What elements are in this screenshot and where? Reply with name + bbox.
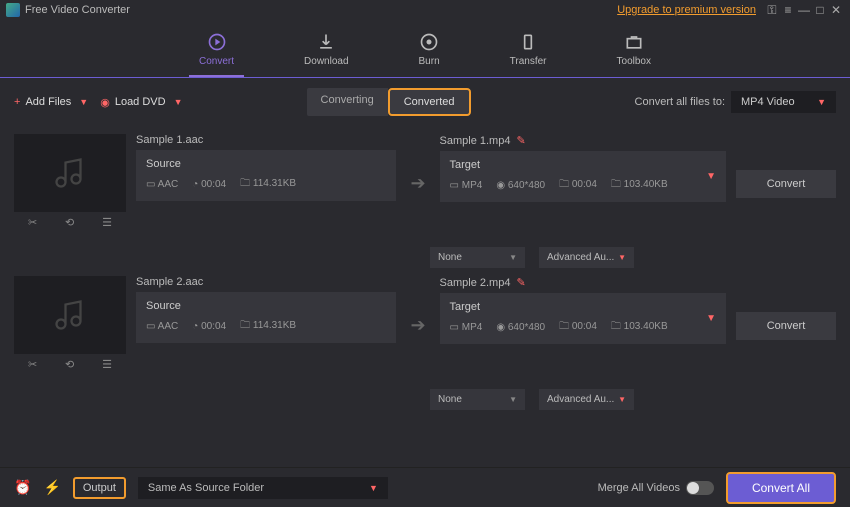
source-format: ▭ AAC [146,179,178,190]
arrow-right-icon: ➔ [406,134,429,233]
edit-icon[interactable]: ✎ [516,134,525,147]
target-label: Target [450,301,707,313]
target-filename: Sample 2.mp4 [440,277,511,289]
transfer-icon [518,32,538,52]
burn-icon [419,32,439,52]
chevron-down-icon: ▼ [817,97,826,107]
convert-all-label: Convert all files to: [635,96,725,108]
chevron-down-icon: ▼ [79,97,88,107]
subtitle-dropdown[interactable]: None▼ [430,389,525,410]
target-settings-icon[interactable]: ▼ [706,313,716,324]
app-title: Free Video Converter [25,4,617,16]
source-duration: ◔ 00:04 [192,179,226,190]
upgrade-link[interactable]: Upgrade to premium version [617,4,756,16]
merge-toggle[interactable] [686,481,714,495]
menu-icon[interactable]: ≡ [780,2,796,18]
bolt-icon[interactable]: ⚡ [43,479,60,496]
add-files-button[interactable]: + Add Files ▼ [14,96,88,108]
target-label: Target [450,159,707,171]
convert-all-button[interactable]: Convert All [726,472,836,504]
source-label: Source [146,158,386,170]
cut-icon[interactable]: ✂ [28,216,37,229]
arrow-right-icon: ➔ [406,276,429,375]
target-format: ▭ MP4 [450,322,483,333]
target-settings-icon[interactable]: ▼ [706,171,716,182]
convert-icon [207,32,227,52]
clock-icon[interactable]: ⏰ [14,479,31,496]
tab-download[interactable]: Download [294,28,358,77]
adjust-icon[interactable]: ☰ [102,216,112,229]
toolbox-icon [624,32,644,52]
disc-icon: ◉ [100,96,110,109]
tab-burn[interactable]: Burn [409,28,450,77]
adjust-icon[interactable]: ☰ [102,358,112,371]
source-format: ▭ AAC [146,321,178,332]
tab-toolbox[interactable]: Toolbox [607,28,661,77]
minimize-icon[interactable]: — [796,2,812,18]
merge-label: Merge All Videos [598,482,680,494]
convert-button[interactable]: Convert [736,312,836,340]
maximize-icon[interactable]: □ [812,2,828,18]
target-resolution: ◉ 640*480 [496,180,545,191]
source-filename: Sample 2.aac [136,276,396,288]
tab-convert[interactable]: Convert [189,28,244,77]
source-size: 🗀 114.31KB [240,318,296,335]
file-thumbnail [14,276,126,354]
chevron-down-icon: ▼ [369,483,378,493]
close-icon[interactable]: ✕ [828,2,844,18]
crop-icon[interactable]: ⟲ [65,216,74,229]
plus-icon: + [14,96,20,108]
source-label: Source [146,300,386,312]
tab-converting[interactable]: Converting [307,88,388,116]
file-thumbnail [14,134,126,212]
audio-dropdown[interactable]: Advanced Au...▼ [539,247,634,268]
cut-icon[interactable]: ✂ [28,358,37,371]
target-duration: 🗀 00:04 [559,319,597,336]
source-size: 🗀 114.31KB [240,176,296,193]
target-resolution: ◉ 640*480 [496,322,545,333]
audio-dropdown[interactable]: Advanced Au...▼ [539,389,634,410]
source-duration: ◔ 00:04 [192,321,226,332]
target-duration: 🗀 00:04 [559,177,597,194]
target-format: ▭ MP4 [450,180,483,191]
app-logo [6,3,20,17]
convert-button[interactable]: Convert [736,170,836,198]
edit-icon[interactable]: ✎ [516,276,525,289]
target-filename: Sample 1.mp4 [440,135,511,147]
output-format-dropdown[interactable]: MP4 Video ▼ [731,91,836,113]
crop-icon[interactable]: ⟲ [65,358,74,371]
target-size: 🗀 103.40KB [611,177,668,194]
source-filename: Sample 1.aac [136,134,396,146]
key-icon[interactable]: ⚿ [764,2,780,18]
download-icon [316,32,336,52]
tab-converted[interactable]: Converted [388,88,471,116]
chevron-down-icon: ▼ [174,97,183,107]
tab-transfer[interactable]: Transfer [500,28,557,77]
output-label: Output [73,477,126,499]
load-dvd-button[interactable]: ◉ Load DVD ▼ [100,96,182,109]
target-size: 🗀 103.40KB [611,319,668,336]
output-path-dropdown[interactable]: Same As Source Folder ▼ [138,477,388,499]
subtitle-dropdown[interactable]: None▼ [430,247,525,268]
